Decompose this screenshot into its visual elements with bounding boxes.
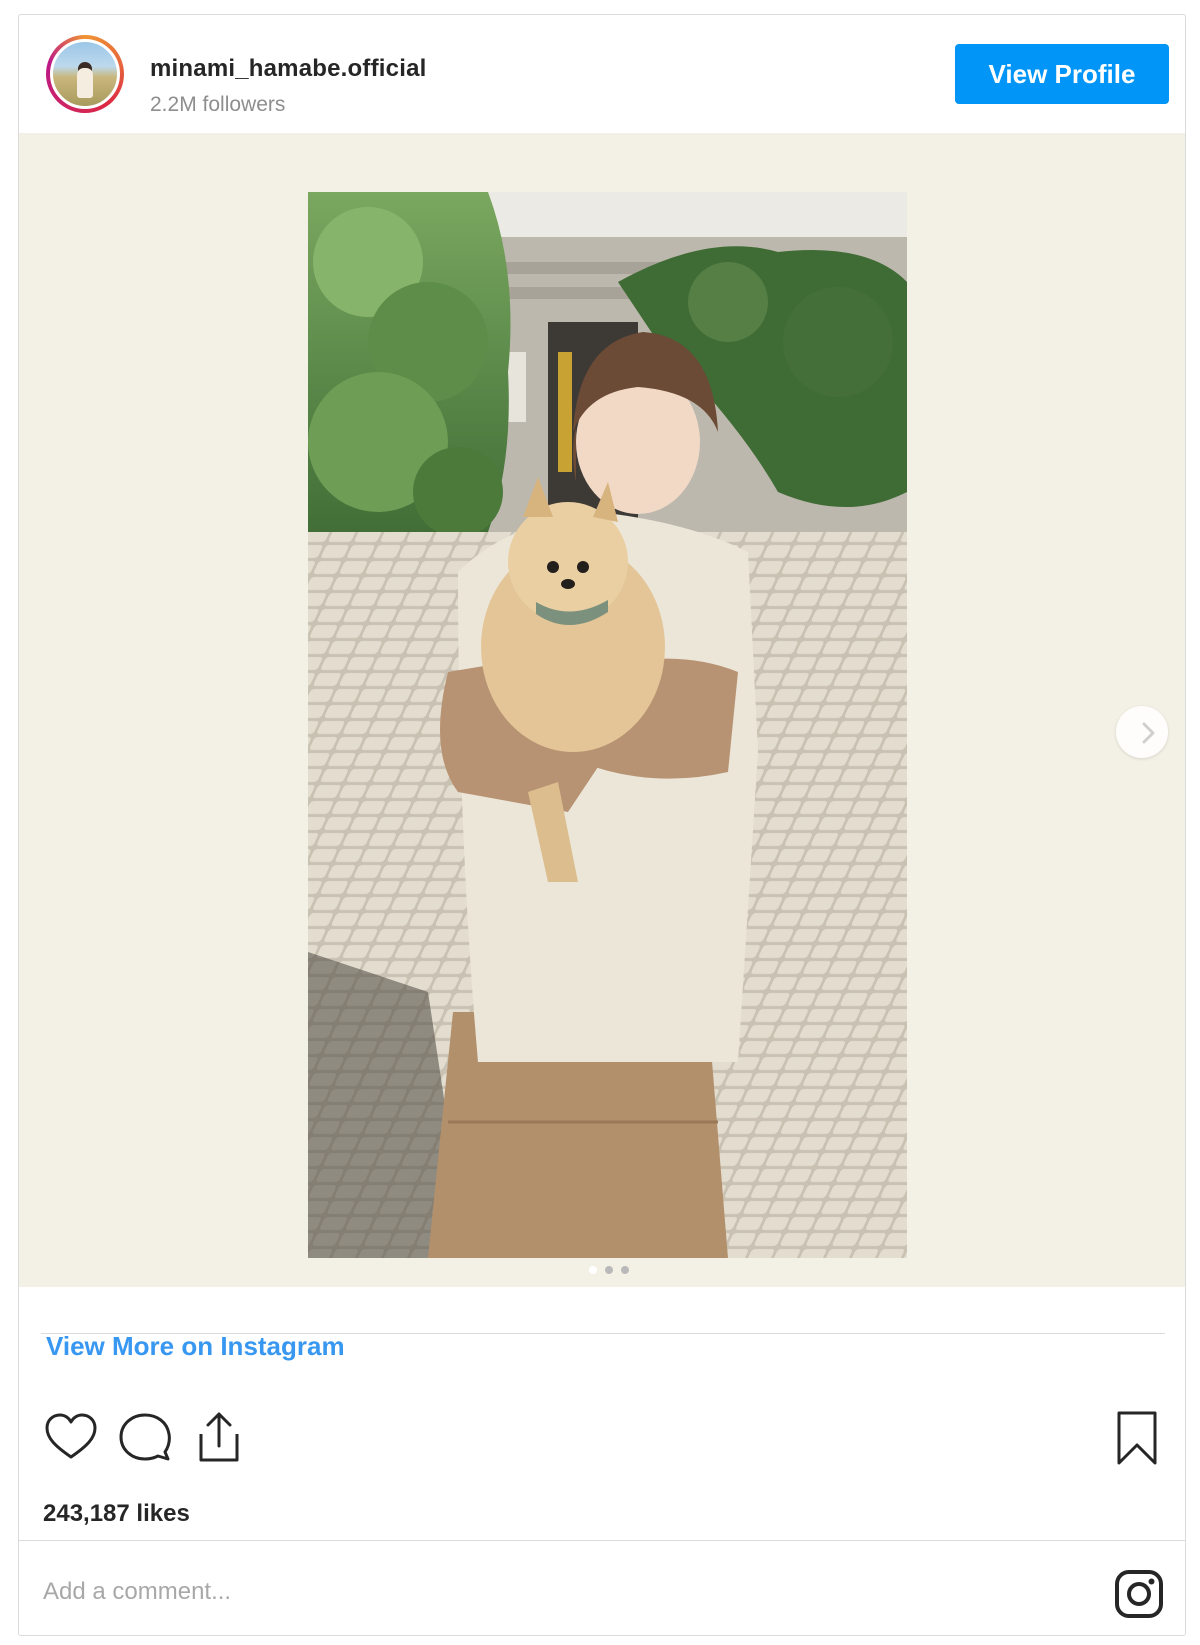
like-button[interactable] (41, 1409, 101, 1469)
comment-input[interactable] (41, 1571, 945, 1613)
share-icon (199, 1412, 239, 1461)
comment-icon (119, 1413, 171, 1460)
carousel-dot-active (589, 1266, 597, 1274)
share-button[interactable] (189, 1409, 249, 1469)
view-more-link[interactable]: View More on Instagram (46, 1331, 345, 1362)
post-photo[interactable] (308, 192, 907, 1258)
comment-row (19, 1540, 1185, 1638)
carousel-dot (621, 1266, 629, 1274)
photo-illustration (308, 192, 907, 1258)
carousel-next-button[interactable] (1116, 706, 1168, 758)
view-profile-button[interactable]: View Profile (955, 44, 1169, 104)
avatar-image (50, 39, 120, 109)
like-count: 243,187 likes (43, 1500, 190, 1527)
follower-count: 2.2M followers (150, 93, 286, 116)
comment-button[interactable] (115, 1409, 175, 1469)
carousel-indicator (589, 1266, 629, 1274)
bookmark-button[interactable] (1107, 1409, 1167, 1469)
post-media (19, 133, 1185, 1287)
post-header: minami_hamabe.official 2.2M followers Vi… (19, 15, 1185, 133)
footer-divider (41, 1333, 1165, 1334)
carousel-dot (605, 1266, 613, 1274)
post-actions (41, 1409, 1165, 1479)
username[interactable]: minami_hamabe.official (150, 55, 427, 83)
bookmark-icon (1117, 1411, 1157, 1465)
avatar[interactable] (46, 35, 124, 113)
instagram-logo-icon[interactable] (1114, 1569, 1164, 1619)
avatar-figure (77, 68, 93, 98)
heart-icon (45, 1413, 97, 1458)
chevron-right-icon (1142, 722, 1155, 744)
instagram-embed-card: minami_hamabe.official 2.2M followers Vi… (18, 14, 1186, 1636)
